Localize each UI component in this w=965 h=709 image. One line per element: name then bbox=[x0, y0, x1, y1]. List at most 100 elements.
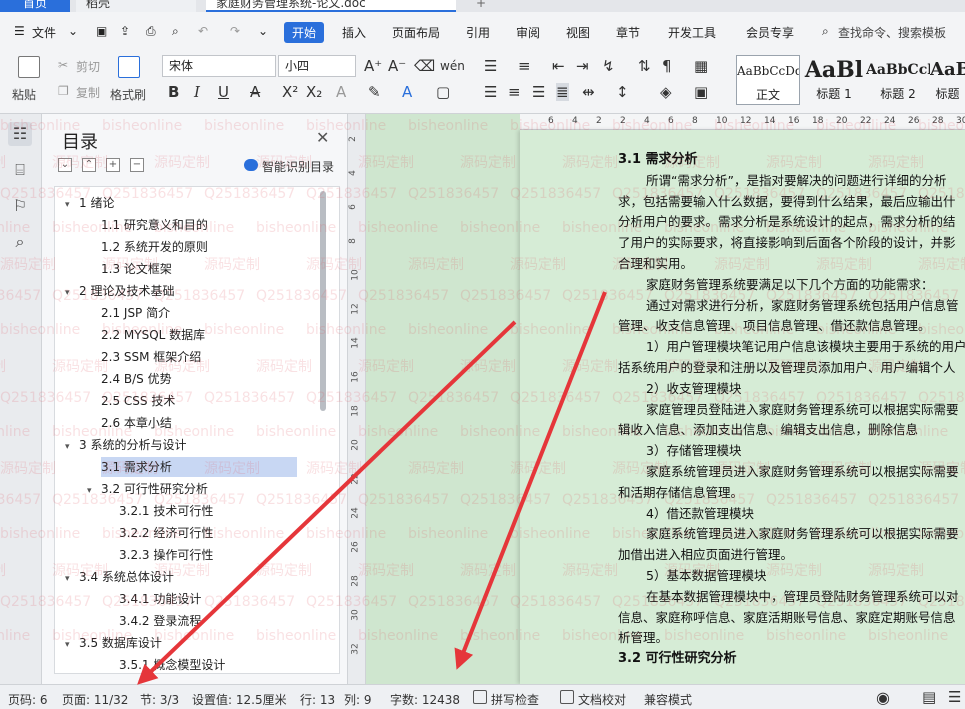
chevron-down-icon[interactable]: ▾ bbox=[65, 635, 79, 655]
tab-docer[interactable]: 稻壳 bbox=[76, 0, 196, 12]
font-color-icon[interactable]: A bbox=[402, 83, 412, 101]
collapse-all-icon[interactable]: ⌄ bbox=[58, 158, 72, 172]
text-effect-icon[interactable]: A bbox=[336, 83, 346, 101]
paste-button[interactable]: 粘贴 bbox=[12, 86, 36, 103]
paste-icon[interactable] bbox=[18, 56, 40, 78]
command-search[interactable]: 查找命令、搜索模板 bbox=[838, 24, 946, 41]
toc-item[interactable]: 2.4 B/S 优势 bbox=[101, 369, 172, 389]
menu-review[interactable]: 审阅 bbox=[516, 24, 540, 41]
scissors-icon[interactable]: ✂ bbox=[58, 56, 68, 74]
toc-item[interactable]: ▾ 1 绪论 bbox=[65, 193, 114, 213]
preview-icon[interactable]: ⌕ bbox=[172, 24, 179, 39]
toc-item[interactable]: 1.1 研究意义和目的 bbox=[101, 215, 208, 235]
grow-font-icon[interactable]: A⁺ bbox=[364, 57, 382, 75]
toc-item[interactable]: 2.3 SSM 框架介绍 bbox=[101, 347, 201, 367]
toc-item[interactable]: ▾ 3.4 系统总体设计 bbox=[65, 567, 174, 587]
toc-item[interactable]: ▾ 3.2 可行性研究分析 bbox=[87, 479, 208, 499]
tab-home[interactable]: 首页 bbox=[0, 0, 70, 12]
toc-panel-icon[interactable]: ☷ bbox=[8, 122, 32, 146]
toc-item[interactable]: 3.4.2 登录流程 bbox=[119, 611, 201, 631]
char-border-icon[interactable]: ▢ bbox=[436, 83, 450, 101]
status-page-code[interactable]: 页码: 6 bbox=[8, 691, 48, 708]
status-page[interactable]: 页面: 11/32 bbox=[62, 691, 128, 708]
toc-item[interactable]: ▾ 3.5 数据库设计 bbox=[65, 633, 162, 653]
justify-icon[interactable]: ≣ bbox=[556, 83, 569, 101]
style-normal[interactable]: AaBbCcDd 正文 bbox=[736, 55, 800, 105]
indent-decrease-icon[interactable]: ⇤ bbox=[552, 57, 565, 75]
line-spacing-icon[interactable]: ↕ bbox=[616, 83, 629, 101]
menu-insert[interactable]: 插入 bbox=[342, 24, 366, 41]
menu-start[interactable]: 开始 bbox=[284, 22, 325, 43]
underline-icon[interactable]: U bbox=[218, 83, 229, 101]
toc-item[interactable]: 1.2 系统开发的原则 bbox=[101, 237, 208, 257]
proofread-button[interactable]: 文档校对 bbox=[578, 691, 626, 708]
style-heading-1[interactable]: AaBl 标题 1 bbox=[802, 55, 866, 105]
expand-all-icon[interactable]: ⌃ bbox=[82, 158, 96, 172]
subscript-icon[interactable]: X₂ bbox=[306, 83, 322, 101]
shrink-font-icon[interactable]: A⁻ bbox=[388, 57, 406, 75]
copy-button[interactable]: 复制 bbox=[76, 84, 100, 101]
format-painter-button[interactable]: 格式刷 bbox=[110, 86, 146, 103]
align-center-icon[interactable]: ≡ bbox=[508, 83, 521, 101]
bookmark-icon[interactable]: ⚐ bbox=[8, 194, 32, 218]
toc-scrollbar[interactable] bbox=[320, 191, 326, 411]
distribute-icon[interactable]: ⇹ bbox=[582, 83, 595, 101]
search-icon[interactable]: ⌕ bbox=[8, 230, 32, 254]
align-left-icon[interactable]: ☰ bbox=[484, 83, 497, 101]
toc-item[interactable]: 3.2.3 操作可行性 bbox=[119, 545, 213, 565]
export-icon[interactable]: ⇪ bbox=[120, 24, 130, 38]
chevron-down-icon[interactable]: ▾ bbox=[65, 437, 79, 457]
toc-item[interactable]: 2.1 JSP 简介 bbox=[101, 303, 170, 323]
shading-icon[interactable]: ◈ bbox=[660, 83, 672, 101]
chapter-nav-icon[interactable]: ⌸ bbox=[8, 158, 32, 182]
add-item-icon[interactable]: + bbox=[106, 158, 120, 172]
chevron-down-icon[interactable]: ▾ bbox=[65, 283, 79, 303]
cut-button[interactable]: 剪切 bbox=[76, 58, 100, 75]
style-title[interactable]: AaBl 标题 bbox=[930, 55, 965, 105]
brush-icon[interactable] bbox=[118, 56, 140, 78]
text-direction-icon[interactable]: ↯ bbox=[602, 57, 615, 75]
font-name-select[interactable]: 宋体 bbox=[162, 55, 276, 77]
status-col[interactable]: 列: 9 bbox=[344, 691, 372, 708]
align-right-icon[interactable]: ☰ bbox=[532, 83, 545, 101]
italic-icon[interactable]: I bbox=[194, 83, 200, 101]
remove-item-icon[interactable]: − bbox=[130, 158, 144, 172]
menu-developer[interactable]: 开发工具 bbox=[668, 24, 716, 41]
sort-icon[interactable]: ⇅ bbox=[638, 57, 651, 75]
menu-file[interactable]: 文件 bbox=[32, 24, 56, 41]
undo-icon[interactable]: ↶ bbox=[198, 24, 208, 38]
menu-chapter[interactable]: 章节 bbox=[616, 24, 640, 41]
toc-item[interactable]: ▾ 2 理论及技术基础 bbox=[65, 281, 174, 301]
status-section[interactable]: 节: 3/3 bbox=[140, 691, 179, 708]
bold-icon[interactable]: B bbox=[168, 83, 179, 101]
borders-icon[interactable]: ▣ bbox=[694, 83, 708, 101]
menu-vip[interactable]: 会员专享 bbox=[746, 24, 794, 41]
toc-item[interactable]: ▾ 3 系统的分析与设计 bbox=[65, 435, 186, 455]
eraser-icon[interactable]: ⌫ bbox=[414, 57, 435, 75]
eye-icon[interactable]: ◉ bbox=[876, 688, 890, 707]
menu-view[interactable]: 视图 bbox=[566, 24, 590, 41]
menu-reference[interactable]: 引用 bbox=[466, 24, 490, 41]
menu-page-layout[interactable]: 页面布局 bbox=[392, 24, 440, 41]
style-heading-2[interactable]: AaBbCcl 标题 2 bbox=[866, 55, 930, 105]
toc-item[interactable]: 2.5 CSS 技术 bbox=[101, 391, 175, 411]
new-tab-button[interactable]: + bbox=[466, 0, 486, 12]
toc-item[interactable]: 3.2.2 经济可行性 bbox=[119, 523, 213, 543]
chevron-down-icon[interactable]: ⌄ bbox=[68, 24, 78, 38]
close-icon[interactable]: ✕ bbox=[316, 128, 329, 147]
copy-icon[interactable]: ❐ bbox=[58, 82, 69, 100]
show-marks-icon[interactable]: ¶ bbox=[662, 57, 672, 75]
numbering-icon[interactable]: ≡ bbox=[518, 57, 531, 75]
tab-document[interactable]: 家庭财务管理系统-论文.doc bbox=[206, 0, 456, 12]
spellcheck-button[interactable]: 拼写检查 bbox=[491, 691, 539, 708]
chevron-down-icon[interactable]: ▾ bbox=[65, 569, 79, 589]
strikethrough-icon[interactable]: A bbox=[250, 83, 260, 101]
toc-item[interactable]: 1.3 论文框架 bbox=[101, 259, 172, 279]
toc-item[interactable]: 3.5.1 概念模型设计 bbox=[119, 655, 225, 673]
toc-item[interactable]: 3.1 需求分析 bbox=[101, 457, 297, 477]
toc-item[interactable]: 3.4.1 功能设计 bbox=[119, 589, 201, 609]
toc-item[interactable]: 3.2.1 技术可行性 bbox=[119, 501, 213, 521]
table-icon[interactable]: ▦ bbox=[694, 57, 708, 75]
print-icon[interactable]: ⎙ bbox=[146, 24, 156, 39]
status-words[interactable]: 字数: 12438 bbox=[390, 691, 460, 708]
